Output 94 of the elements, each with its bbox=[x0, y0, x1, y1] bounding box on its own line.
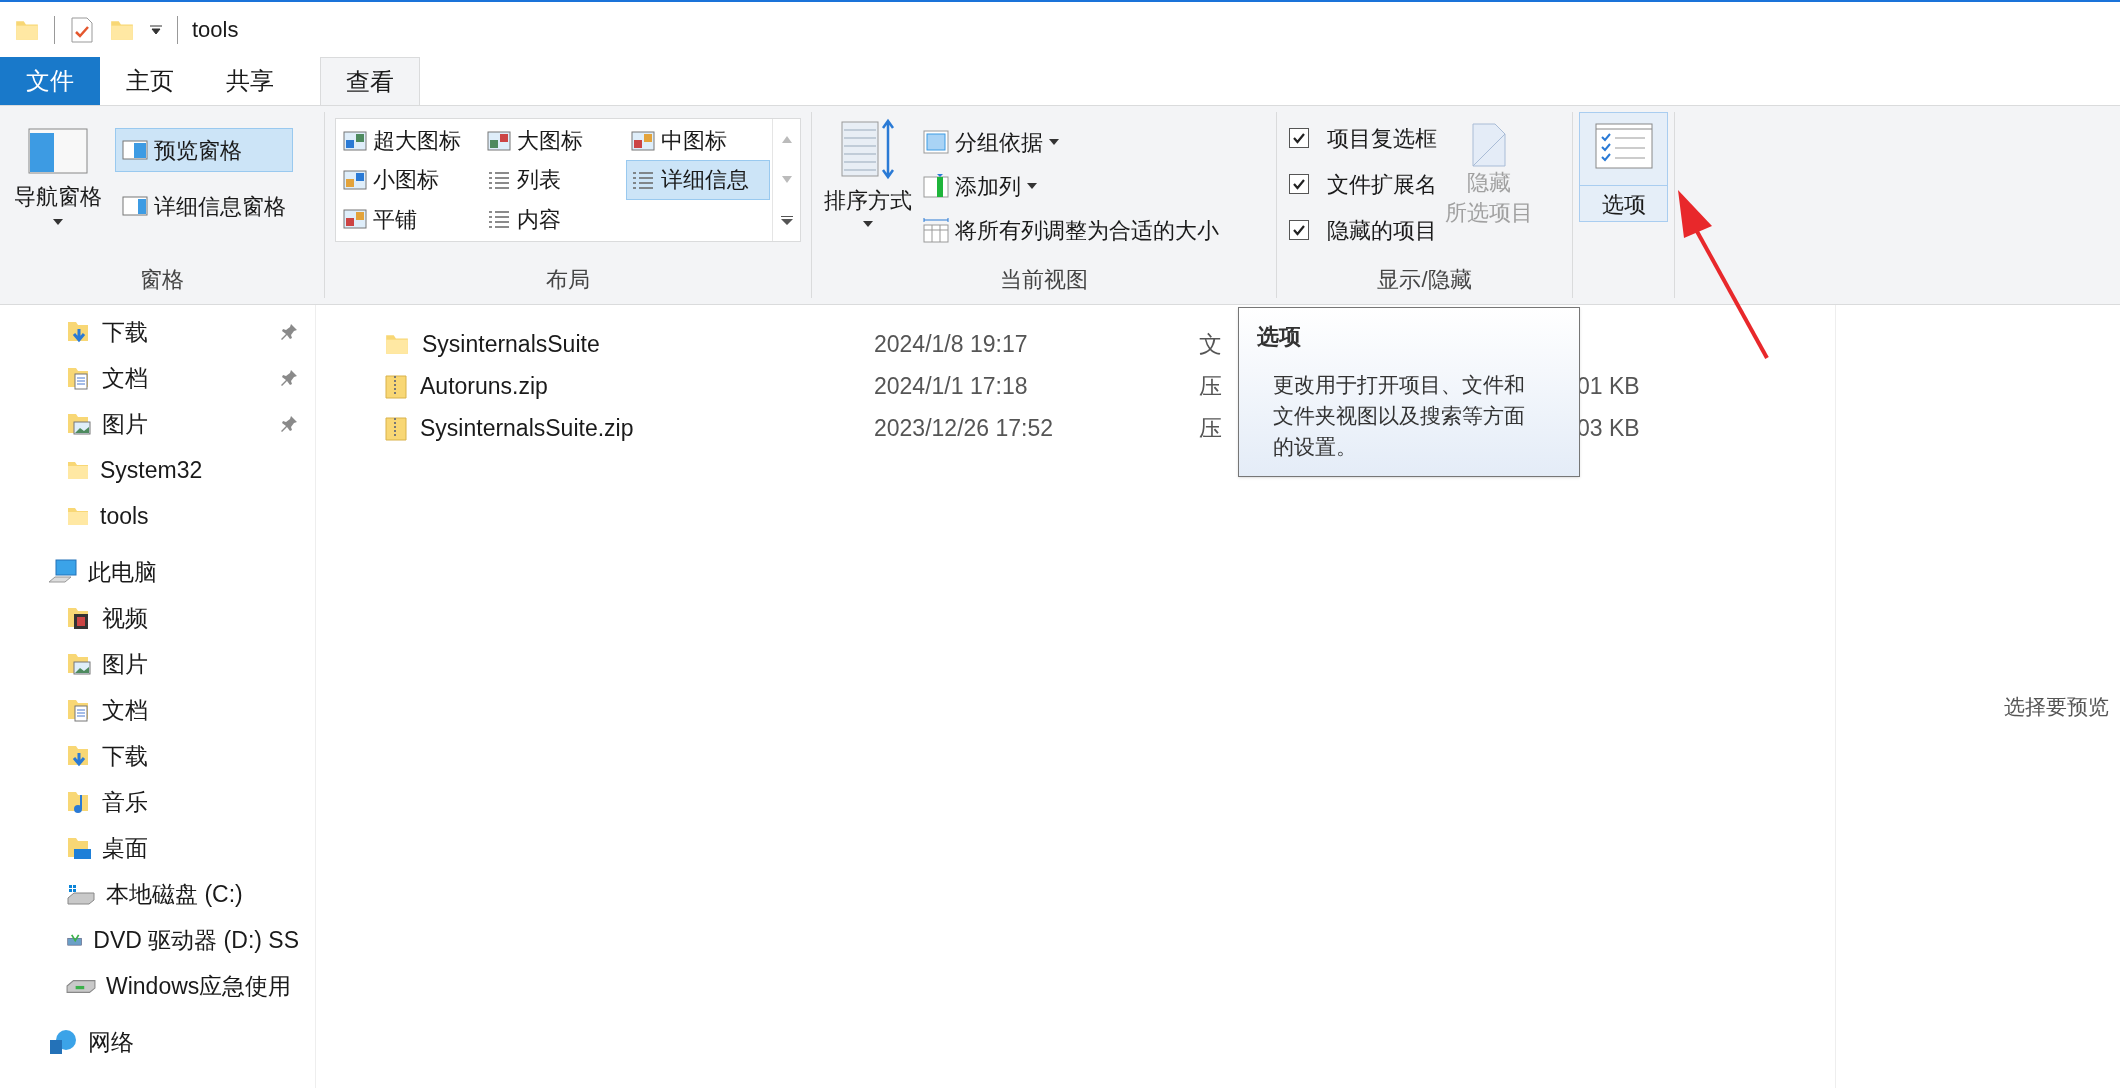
drive-icon bbox=[66, 978, 96, 994]
nav-item-label[interactable]: tools bbox=[100, 498, 149, 534]
add-columns-button[interactable]: 添加列 bbox=[923, 166, 1219, 206]
navigation-pane-icon bbox=[27, 128, 88, 174]
pictures-folder-icon bbox=[66, 411, 92, 437]
check-icon bbox=[1292, 177, 1306, 191]
pane-icon bbox=[122, 140, 148, 160]
nav-item-label[interactable]: 网络 bbox=[88, 1024, 134, 1060]
expand-icon[interactable] bbox=[780, 215, 793, 225]
group-label: 当前视图 bbox=[999, 266, 1089, 294]
options-icon bbox=[1594, 123, 1653, 169]
date-modified: 2024/1/1 17:18 bbox=[873, 371, 1029, 401]
group-label: 布局 bbox=[545, 266, 591, 294]
nav-item-label[interactable]: 此电脑 bbox=[88, 554, 157, 590]
pane-toggle-button[interactable]: 预览窗格 bbox=[115, 128, 293, 172]
file-name[interactable]: Autoruns.zip bbox=[420, 368, 548, 404]
group-icon bbox=[923, 130, 949, 154]
nav-item-label[interactable]: 图片 bbox=[102, 406, 148, 442]
nav-item-label[interactable]: Windows应急使用 bbox=[106, 968, 292, 1004]
view-icon bbox=[487, 130, 511, 151]
file-type: 压 bbox=[1198, 371, 1223, 401]
preview-message: 选择要预览 bbox=[2004, 693, 2109, 720]
view-icon bbox=[343, 170, 367, 190]
sort-icon bbox=[839, 118, 896, 180]
checkbox[interactable] bbox=[1289, 174, 1309, 194]
view-icon bbox=[631, 170, 655, 190]
zip-folder-icon bbox=[384, 414, 408, 442]
nav-item-label[interactable]: System32 bbox=[100, 452, 203, 488]
nav-item-label[interactable]: 音乐 bbox=[102, 784, 148, 820]
file-type: 压 bbox=[1198, 413, 1223, 443]
nav-item-label[interactable]: 视频 bbox=[102, 600, 148, 636]
view-icon bbox=[487, 170, 511, 190]
properties-icon[interactable] bbox=[69, 15, 95, 44]
caret-icon bbox=[1049, 139, 1059, 145]
check-icon bbox=[1292, 223, 1306, 237]
pin-icon bbox=[279, 322, 299, 342]
caret-icon bbox=[862, 221, 873, 227]
group-label: 窗格 bbox=[139, 266, 185, 294]
date-modified: 2024/1/8 19:17 bbox=[873, 329, 1029, 359]
checkbox-label[interactable]: 项目复选框 bbox=[1327, 121, 1437, 155]
view-icon bbox=[631, 130, 655, 151]
add-column-icon bbox=[923, 174, 949, 198]
pictures-folder-icon bbox=[66, 651, 92, 677]
caret-icon bbox=[1027, 183, 1037, 189]
nav-item-label[interactable]: 下载 bbox=[102, 314, 148, 350]
layout-option[interactable]: 大图标 bbox=[482, 121, 626, 161]
window-title: tools bbox=[192, 16, 239, 44]
navigation-pane-button[interactable]: 导航窗格 bbox=[0, 120, 115, 263]
pin-icon bbox=[279, 414, 299, 434]
view-icon bbox=[487, 209, 511, 230]
pane-icon bbox=[122, 196, 148, 216]
nav-item-label[interactable]: 下载 bbox=[102, 738, 148, 774]
layout-option[interactable]: 内容 bbox=[482, 199, 626, 239]
check-icon bbox=[1292, 131, 1306, 145]
file-name[interactable]: SysinternalsSuite bbox=[422, 326, 600, 362]
file-type: 文 bbox=[1198, 329, 1223, 359]
layout-option[interactable]: 列表 bbox=[482, 160, 626, 200]
nav-item-label[interactable]: 文档 bbox=[102, 692, 148, 728]
nav-item-label[interactable]: 文档 bbox=[102, 360, 148, 396]
date-modified: 2023/12/26 17:52 bbox=[873, 413, 1055, 443]
options-button[interactable]: 选项 bbox=[1579, 112, 1668, 222]
layout-option[interactable]: 中图标 bbox=[626, 121, 770, 161]
group-by-button[interactable]: 分组依据 bbox=[923, 122, 1219, 162]
view-icon bbox=[343, 130, 367, 151]
checkbox-label[interactable]: 文件扩展名 bbox=[1327, 167, 1437, 201]
layout-option[interactable]: 平铺 bbox=[338, 199, 482, 239]
dropdown-caret-icon[interactable] bbox=[149, 24, 163, 35]
sort-by-button[interactable]: 排序方式 bbox=[820, 118, 915, 263]
checkbox[interactable] bbox=[1289, 220, 1309, 240]
tooltip-text: 更改用于打开项目、文件和文件夹视图以及搜索等方面的设置。 bbox=[1273, 372, 1526, 460]
nav-item-label[interactable]: 桌面 bbox=[102, 830, 148, 866]
pin-icon bbox=[279, 368, 299, 388]
fit-columns-button[interactable]: 将所有列调整为合适的大小 bbox=[923, 210, 1219, 250]
nav-item-label[interactable]: DVD 驱动器 (D:) SS bbox=[93, 922, 299, 958]
document-icon bbox=[1471, 122, 1507, 168]
zip-folder-icon bbox=[384, 372, 408, 400]
group-label: 显示/隐藏 bbox=[1376, 266, 1473, 294]
pane-toggle-button[interactable]: 详细信息窗格 bbox=[115, 184, 293, 228]
ribbon-tab[interactable]: 文件 bbox=[0, 57, 100, 105]
layout-option[interactable]: 超大图标 bbox=[338, 121, 482, 161]
checkbox[interactable] bbox=[1289, 128, 1309, 148]
layout-option[interactable]: 小图标 bbox=[338, 160, 482, 200]
view-icon bbox=[343, 209, 367, 230]
nav-item-label[interactable]: 本地磁盘 (C:) bbox=[106, 876, 243, 912]
file-name[interactable]: SysinternalsSuite.zip bbox=[420, 410, 634, 446]
checkbox-label[interactable]: 隐藏的项目 bbox=[1327, 213, 1437, 247]
tooltip-title: 选项 bbox=[1257, 323, 1302, 351]
desktop-folder-icon bbox=[66, 835, 92, 861]
nav-item-label[interactable]: 图片 bbox=[102, 646, 148, 682]
ribbon-tab[interactable]: 查看 bbox=[320, 57, 420, 105]
layout-option[interactable]: 详细信息 bbox=[626, 160, 770, 200]
fit-columns-icon bbox=[923, 217, 949, 243]
caret-icon bbox=[52, 219, 63, 225]
computer-icon bbox=[48, 558, 80, 586]
